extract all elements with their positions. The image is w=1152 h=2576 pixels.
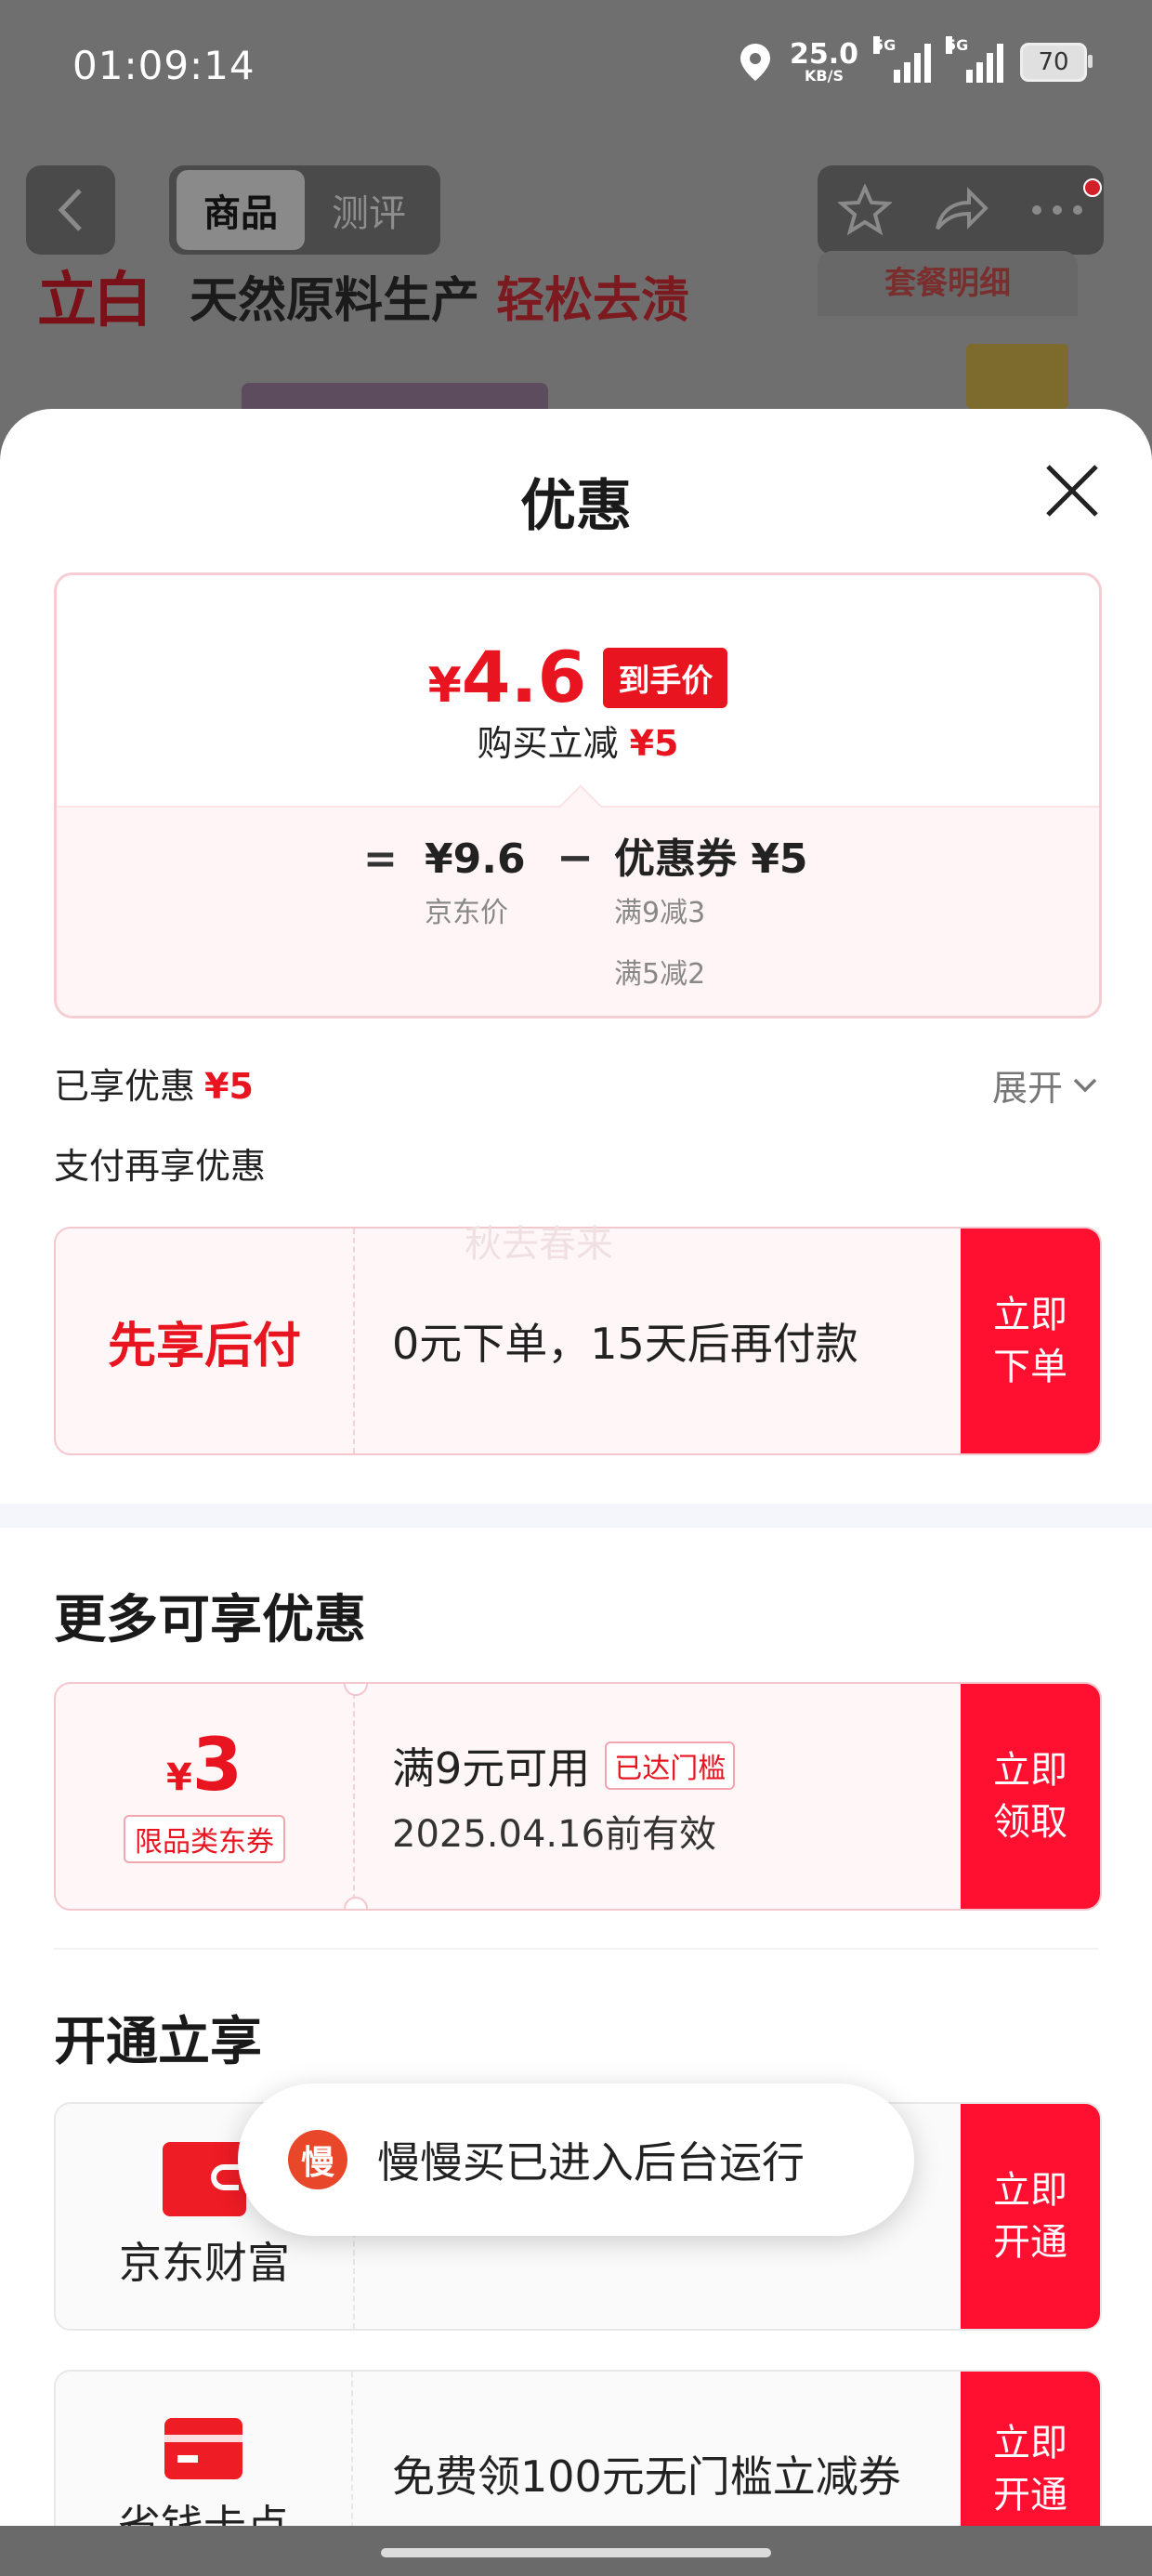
tab-goods[interactable]: 商品 [177, 170, 305, 250]
coupon-validity: 2025.04.16前有效 [392, 1813, 717, 1856]
app-icon: 慢 [288, 2130, 347, 2189]
bnpl-left: 先享后付 [56, 1229, 355, 1453]
jd-wealth-icon [163, 2142, 246, 2216]
signal-icon: 5G [873, 36, 931, 83]
share-icon[interactable] [934, 186, 989, 234]
star-icon[interactable] [838, 184, 893, 236]
final-price-value: 4.6 [461, 636, 587, 718]
final-price: ¥4.6 [428, 642, 587, 713]
section-divider [0, 1504, 1152, 1528]
signal-label: 5G [873, 36, 897, 54]
enjoyed-discount: 已享优惠 ¥5 [54, 1058, 254, 1109]
coupon-rule: 满9减3 [614, 897, 706, 930]
divider [54, 1948, 1098, 1950]
package-image [966, 344, 1068, 409]
chevron-down-icon [1073, 1078, 1097, 1092]
coupon-condition: 满9元可用 [392, 1743, 591, 1794]
toast-text: 慢慢买已进入后台运行 [377, 2137, 805, 2188]
instant-discount: 购买立减 ¥5 [57, 715, 1099, 766]
signal-icon: 5G [946, 36, 1003, 83]
tab-review[interactable]: 测评 [305, 170, 433, 250]
equals-sign: = [363, 835, 398, 883]
coupon-type-badge: 限品类东券 [124, 1815, 285, 1863]
coupon-value: ¥3 [166, 1729, 242, 1802]
back-button[interactable] [26, 165, 115, 255]
status-time: 01:09:14 [72, 43, 255, 88]
jd-price-block: ¥9.6 京东价 [425, 835, 526, 930]
location-icon [740, 44, 770, 81]
discount-sheet: 优惠 ¥4.6 到手价 购买立减 ¥5 = ¥9.6 京东价 − 优惠券 ¥5 … [0, 409, 1152, 2576]
final-price-row: ¥4.6 到手价 [57, 642, 1099, 713]
enjoyed-label: 已享优惠 [54, 1066, 196, 1107]
order-now-label: 立即下单 [993, 1294, 1067, 1388]
jd-price: ¥9.6 [425, 835, 526, 883]
currency-symbol: ¥ [427, 658, 462, 714]
coupon-rule: 满5减2 [614, 958, 706, 992]
home-indicator[interactable] [381, 2548, 771, 2557]
coupon-currency: ¥ [165, 1756, 192, 1799]
coupon-left: ¥3 限品类东券 [56, 1684, 355, 1909]
expand-button[interactable]: 展开 [992, 1059, 1098, 1111]
slogan-black: 天然原料生产 [190, 272, 480, 329]
price-breakdown-card: ¥4.6 到手价 购买立减 ¥5 = ¥9.6 京东价 − 优惠券 ¥5 满9减… [54, 572, 1102, 1019]
jd-price-label: 京东价 [425, 897, 508, 930]
enjoyed-value: ¥5 [204, 1066, 254, 1107]
activate-label: 立即开通 [993, 2169, 1067, 2264]
pay-more-discount-title: 支付再享优惠 [54, 1146, 267, 1187]
brand-slogan: 天然原料生产 轻松去渍 [190, 261, 689, 331]
claim-coupon-label: 立即领取 [993, 1749, 1067, 1844]
signal-label: 5G [946, 36, 969, 54]
claim-coupon-button[interactable]: 立即领取 [961, 1684, 1100, 1909]
brand-banner: 立白 天然原料生产 轻松去渍 [37, 258, 689, 335]
coupon-notch [344, 1897, 368, 1909]
bnpl-title: 先享后付 [107, 1318, 301, 1374]
activate-title: 开通立享 [54, 2012, 262, 2072]
notification-dot [1083, 178, 1102, 197]
more-icon[interactable] [1031, 204, 1083, 217]
page-tabs: 商品 测评 [169, 165, 440, 255]
bnpl-description: 0元下单，15天后再付款 [392, 1319, 858, 1369]
instant-discount-value: ¥5 [629, 723, 679, 764]
chevron-left-icon [58, 189, 82, 231]
package-detail-label[interactable]: 套餐明细 [818, 251, 1078, 316]
activate-label: 立即开通 [993, 2422, 1067, 2517]
status-icons: 25.0 KB/S 5G 5G 70 [738, 36, 1093, 84]
coupon-amount: 优惠券 ¥5 [614, 835, 808, 883]
minus-sign: − [556, 832, 595, 884]
more-discounts-title: 更多可享优惠 [54, 1590, 366, 1650]
brand-logo: 立白 [37, 267, 152, 335]
battery-level: 70 [1038, 48, 1069, 76]
coupon-middle: 满9元可用 已达门槛 2025.04.16前有效 [392, 1684, 951, 1909]
final-price-tag: 到手价 [603, 647, 728, 708]
activate-button[interactable]: 立即开通 [961, 2104, 1100, 2329]
background-running-toast: 慢 慢慢买已进入后台运行 [238, 2083, 914, 2236]
status-bar: 01:09:14 25.0 KB/S 5G 5G 70 [0, 0, 1152, 139]
price-formula: = ¥9.6 京东价 − 优惠券 ¥5 满9减3 满5减2 [57, 806, 1099, 1016]
instant-discount-label: 购买立减 [477, 723, 619, 764]
close-icon[interactable] [1039, 457, 1106, 524]
sheet-title: 优惠 [520, 474, 632, 539]
watermark: 秋去春来 [465, 1223, 613, 1266]
top-actions [818, 165, 1104, 255]
slogan-red: 轻松去渍 [496, 272, 690, 329]
card-icon [164, 2418, 242, 2479]
threshold-reached-badge: 已达门槛 [605, 1741, 736, 1790]
coupon-block: 优惠券 ¥5 满9减3 满5减2 [614, 835, 808, 992]
battery-icon: 70 [1020, 43, 1093, 82]
network-speed-unit: KB/S [805, 67, 844, 85]
expand-label: 展开 [991, 1068, 1063, 1109]
order-now-button[interactable]: 立即下单 [961, 1229, 1100, 1453]
coupon-amount-value: 3 [191, 1724, 243, 1807]
network-speed: 25.0 KB/S [790, 41, 858, 84]
network-speed-value: 25.0 [789, 38, 858, 71]
coupon-condition-row: 满9元可用 已达门槛 [392, 1735, 951, 1796]
coupon-card: ¥3 限品类东券 满9元可用 已达门槛 2025.04.16前有效 立即领取 [54, 1682, 1102, 1911]
service-name: 京东财富 [119, 2238, 290, 2288]
